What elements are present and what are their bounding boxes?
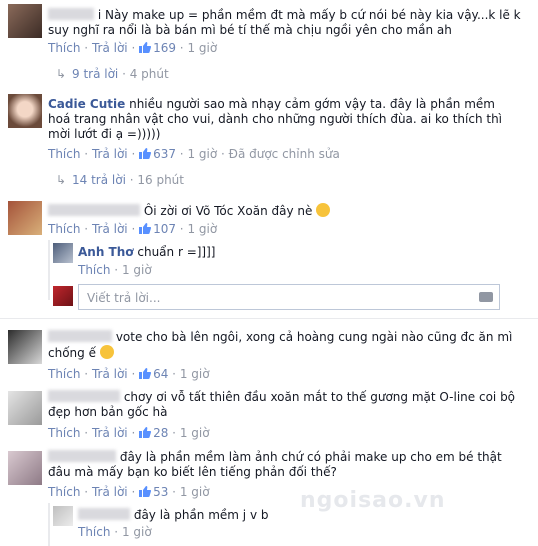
like-count[interactable]: 64 bbox=[153, 367, 168, 381]
watermark: ngoisao.vn bbox=[300, 488, 446, 513]
reply-text: chuẩn r =]]]] bbox=[137, 245, 216, 259]
avatar[interactable] bbox=[8, 4, 42, 38]
like-link[interactable]: Thích bbox=[78, 525, 110, 539]
blurred-name bbox=[48, 8, 94, 20]
thumbs-up-icon bbox=[139, 486, 152, 497]
like-link[interactable]: Thích bbox=[48, 485, 80, 499]
grin-emoji-icon bbox=[99, 345, 114, 359]
blurred-name bbox=[78, 508, 130, 520]
current-user-avatar bbox=[53, 286, 73, 306]
comment-time[interactable]: 1 giờ bbox=[122, 263, 152, 277]
thumbs-up-icon bbox=[139, 148, 152, 159]
reply-arrow-icon: ↳ bbox=[56, 173, 67, 187]
like-count[interactable]: 169 bbox=[153, 41, 176, 55]
view-replies[interactable]: ↳ 9 trả lời · 4 phút bbox=[56, 67, 169, 81]
reply-link[interactable]: Trả lời bbox=[92, 222, 128, 236]
comment-time[interactable]: 1 giờ bbox=[187, 41, 217, 55]
edited-label[interactable]: Đã được chỉnh sửa bbox=[229, 147, 340, 161]
avatar[interactable] bbox=[8, 451, 42, 485]
comment-text: i Này make up = phần mềm đt mà mấy b cứ … bbox=[48, 8, 521, 37]
avatar[interactable] bbox=[8, 330, 42, 364]
reply-avatar[interactable] bbox=[53, 243, 73, 263]
avatar[interactable] bbox=[8, 94, 42, 128]
comment-text: Ôi zời ơi Võ Tóc Xoăn đây nè bbox=[143, 204, 313, 218]
thread-line bbox=[48, 240, 50, 300]
reply-input-box[interactable]: Viết trả lời... bbox=[78, 284, 500, 310]
reply-author[interactable]: Anh Thơ bbox=[78, 245, 134, 259]
thumbs-up-icon bbox=[139, 42, 152, 53]
reply-link[interactable]: Trả lời bbox=[92, 147, 128, 161]
like-link[interactable]: Thích bbox=[48, 367, 80, 381]
like-link[interactable]: Thích bbox=[48, 426, 80, 440]
like-count[interactable]: 107 bbox=[153, 222, 176, 236]
comment-text: vote cho bà lên ngôi, xong cả hoàng cung… bbox=[48, 330, 513, 360]
like-link[interactable]: Thích bbox=[48, 147, 80, 161]
thumbs-up-icon bbox=[139, 427, 152, 438]
blurred-name bbox=[48, 204, 140, 216]
reply-link[interactable]: Trả lời bbox=[92, 485, 128, 499]
smile-emoji-icon bbox=[316, 203, 331, 217]
reply-avatar[interactable] bbox=[53, 506, 73, 526]
comment-time[interactable]: 1 giờ bbox=[187, 222, 217, 236]
like-link[interactable]: Thích bbox=[48, 41, 80, 55]
divider bbox=[0, 318, 538, 319]
thread-line bbox=[48, 503, 50, 546]
reply-input[interactable]: Viết trả lời... bbox=[87, 291, 160, 305]
like-link[interactable]: Thích bbox=[48, 222, 80, 236]
reply-link[interactable]: Trả lời bbox=[92, 426, 128, 440]
comment-time[interactable]: 1 giờ bbox=[180, 426, 210, 440]
blurred-name bbox=[48, 390, 120, 402]
like-count[interactable]: 53 bbox=[153, 485, 168, 499]
avatar[interactable] bbox=[8, 201, 42, 235]
comment-time[interactable]: 1 giờ bbox=[180, 367, 210, 381]
blurred-name bbox=[48, 330, 112, 342]
reply-link[interactable]: Trả lời bbox=[92, 367, 128, 381]
comment-time[interactable]: 1 giờ bbox=[187, 147, 217, 161]
thumbs-up-icon bbox=[139, 368, 152, 379]
reply-text: đây là phần mềm j v b bbox=[133, 508, 269, 522]
comment-time[interactable]: 1 giờ bbox=[180, 485, 210, 499]
blurred-name bbox=[48, 450, 116, 462]
thumbs-up-icon bbox=[139, 223, 152, 234]
reply-link[interactable]: Trả lời bbox=[92, 41, 128, 55]
like-link[interactable]: Thích bbox=[78, 263, 110, 277]
comment-time[interactable]: 1 giờ bbox=[122, 525, 152, 539]
comment-text: đây là phần mềm làm ảnh chứ có phải make… bbox=[48, 450, 502, 479]
like-count[interactable]: 28 bbox=[153, 426, 168, 440]
author-name[interactable]: Cadie Cutie bbox=[48, 97, 125, 111]
reply-arrow-icon: ↳ bbox=[56, 67, 67, 81]
like-count[interactable]: 637 bbox=[153, 147, 176, 161]
view-replies[interactable]: ↳ 14 trả lời · 16 phút bbox=[56, 173, 184, 187]
avatar[interactable] bbox=[8, 391, 42, 425]
camera-icon[interactable] bbox=[479, 292, 493, 302]
